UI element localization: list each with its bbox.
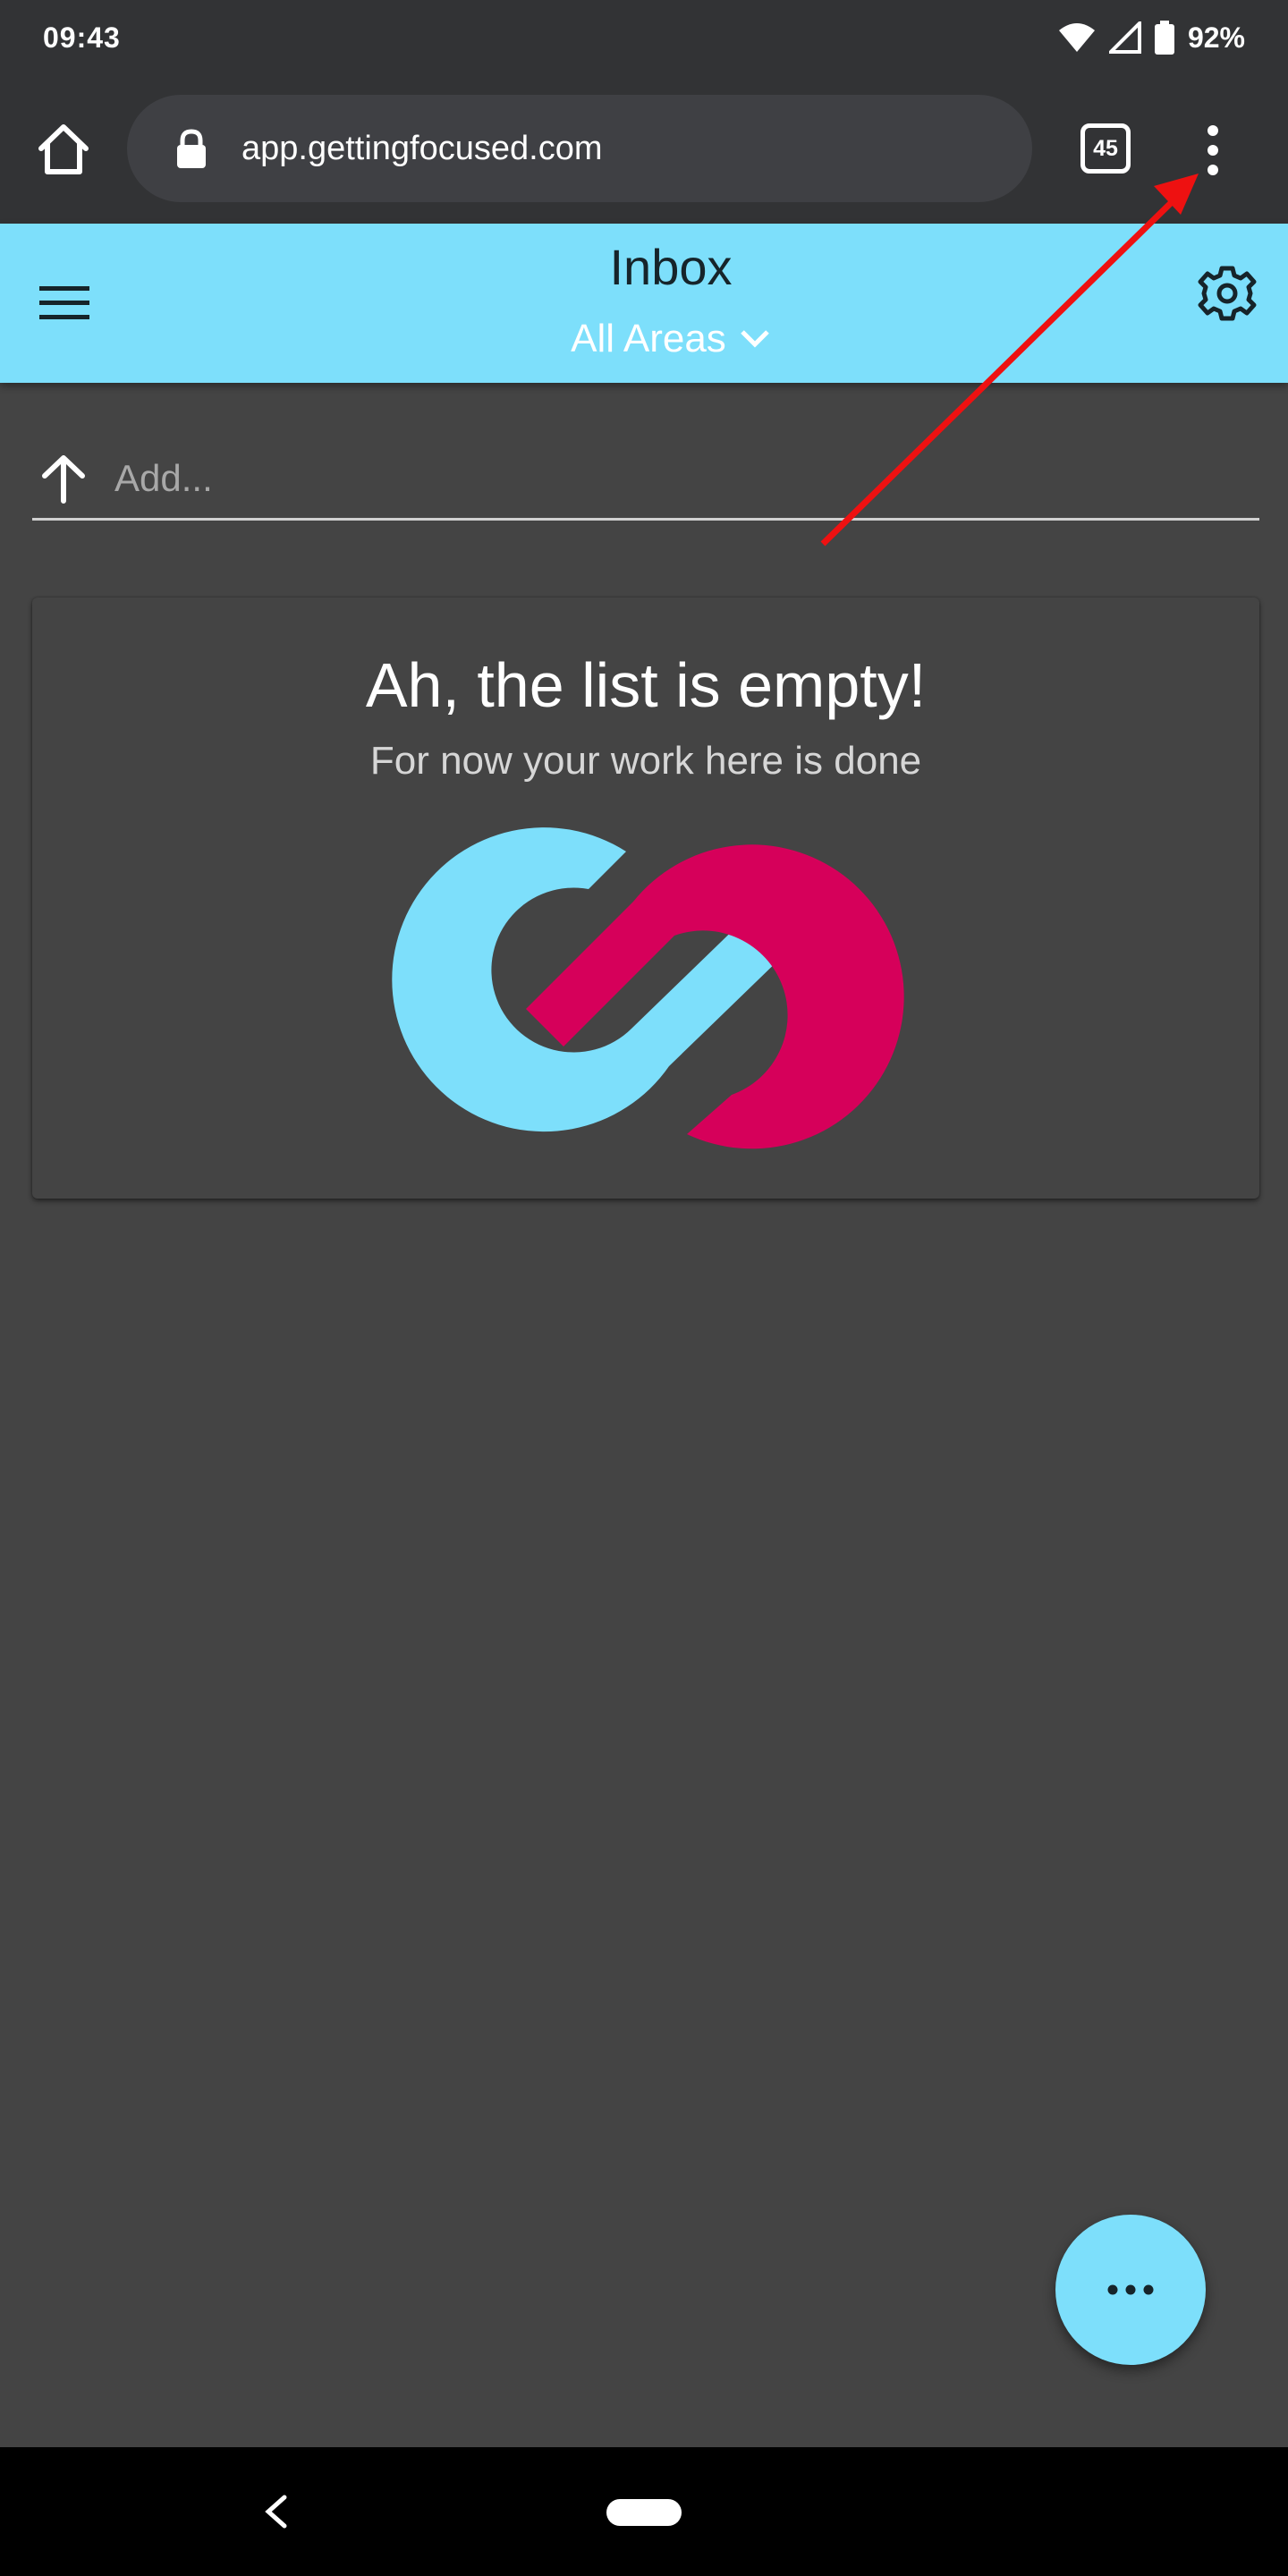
wifi-icon [1058, 23, 1095, 52]
signal-icon [1108, 21, 1141, 54]
status-time: 09:43 [43, 21, 121, 54]
home-icon[interactable] [32, 118, 95, 181]
page-title-text: Inbox [609, 239, 733, 295]
home-gesture-pill[interactable] [606, 2499, 682, 2526]
lock-icon [177, 129, 206, 168]
status-icons: 92% [1057, 21, 1245, 55]
more-actions-fab[interactable] [1055, 2215, 1206, 2365]
menu-icon[interactable] [38, 279, 91, 326]
more-vert-icon[interactable] [1190, 122, 1236, 179]
system-nav-bar [0, 2447, 1288, 2576]
empty-state-subtitle: For now your work here is done [369, 739, 922, 783]
more-horiz-icon [1107, 2284, 1154, 2295]
add-task-input[interactable] [114, 456, 1188, 500]
url-bar[interactable]: app.gettingfocused.com [127, 95, 1032, 202]
add-task-row [32, 438, 1259, 521]
page-title: Inbox [447, 238, 894, 296]
url-text: app.gettingfocused.com [242, 129, 603, 167]
arrow-up-icon[interactable] [39, 453, 88, 504]
chevron-down-icon [741, 330, 769, 348]
browser-toolbar: app.gettingfocused.com 45 [0, 75, 1288, 224]
area-filter-label: All Areas [571, 317, 726, 360]
tab-count: 45 [1093, 135, 1118, 161]
battery-percent: 92% [1187, 21, 1245, 54]
status-bar: 09:43 92% [0, 0, 1288, 75]
tab-switcher-button[interactable]: 45 [1080, 123, 1131, 174]
getting-focused-logo [392, 827, 904, 1149]
empty-state-card: Ah, the list is empty! For now your work… [32, 597, 1259, 1199]
area-filter-dropdown[interactable]: All Areas [501, 317, 841, 361]
annotation-arrow [820, 174, 1199, 547]
gear-icon[interactable] [1197, 263, 1258, 324]
empty-state-title: Ah, the list is empty! [365, 650, 927, 720]
back-icon[interactable] [259, 2492, 292, 2531]
app-header: Inbox All Areas [0, 224, 1288, 383]
battery-icon [1154, 21, 1174, 55]
